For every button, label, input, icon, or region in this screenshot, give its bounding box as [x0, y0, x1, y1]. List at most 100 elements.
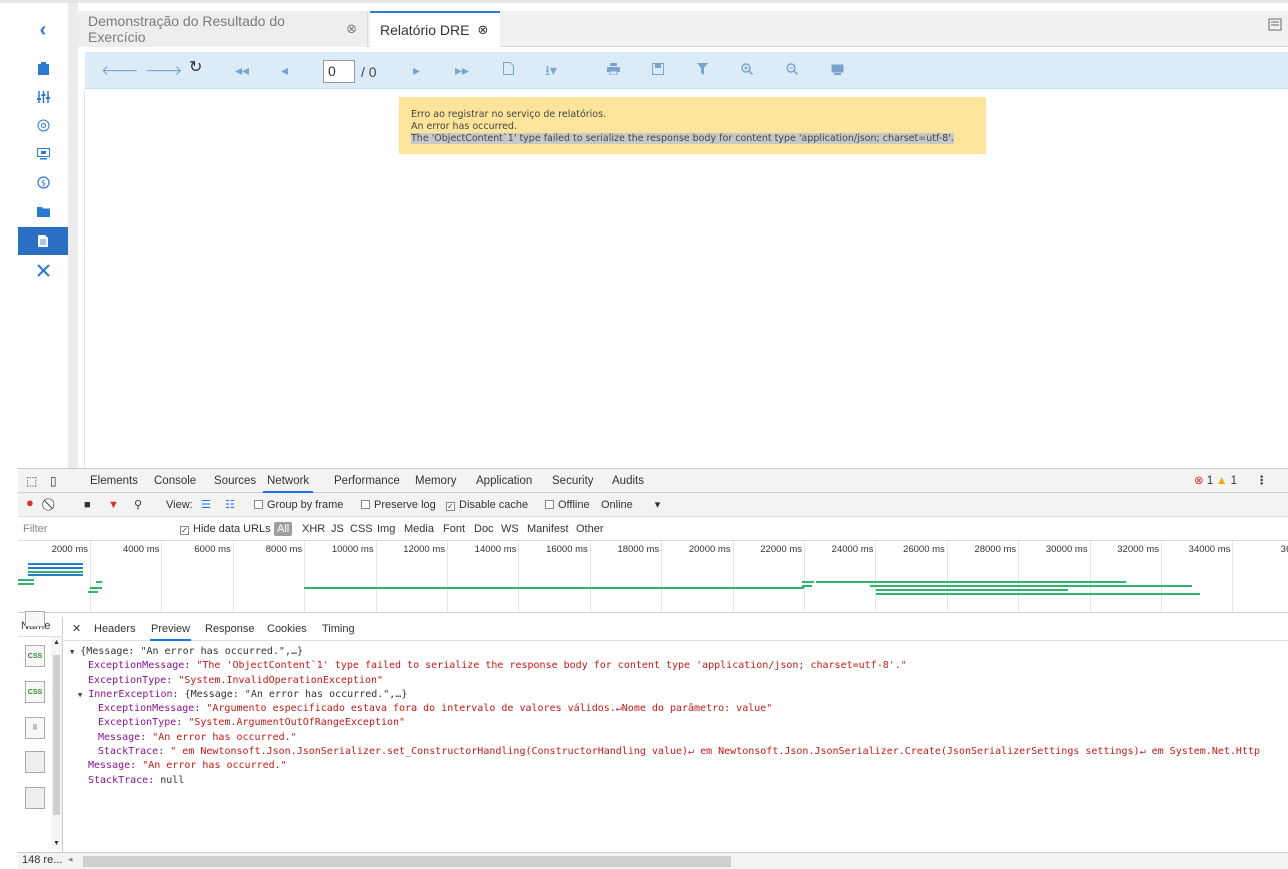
devtools-menu-icon[interactable]: ⋮ — [1256, 469, 1268, 493]
devtools-tab-security[interactable]: Security — [552, 469, 594, 493]
tab-demonstracao[interactable]: Demonstração do Resultado do Exercício ⊗ — [78, 11, 368, 47]
filter-type-manifest[interactable]: Manifest — [527, 523, 569, 535]
tab-menu-icon[interactable] — [1268, 17, 1288, 39]
page-number-input[interactable]: 0 — [323, 60, 355, 83]
devtools-tab-application[interactable]: Application — [476, 469, 532, 493]
filter-type-doc[interactable]: Doc — [474, 523, 494, 535]
css-file-icon[interactable]: CSS — [25, 645, 45, 667]
back-chevron-icon[interactable]: ‹ — [18, 17, 68, 43]
save-icon[interactable] — [652, 62, 664, 78]
tab-cookies[interactable]: Cookies — [267, 617, 307, 641]
print-icon[interactable] — [607, 62, 620, 78]
preserve-log-checkbox[interactable]: Preserve log — [361, 498, 436, 512]
devtools-tab-sources[interactable]: Sources — [214, 469, 256, 493]
timeline-tick-label: 22000 ms — [760, 544, 802, 555]
tab-relatorio-dre[interactable]: Relatório DRE ⊗ — [370, 11, 500, 47]
capture-screenshots-icon[interactable]: ■ — [84, 498, 91, 512]
scroll-thumb[interactable] — [53, 655, 60, 815]
file-icon[interactable] — [25, 751, 45, 773]
export-download-icon[interactable]: ⭳▾ — [545, 62, 557, 78]
scroll-up-icon[interactable]: ▲ — [53, 639, 60, 646]
waterfall-bar — [18, 579, 34, 581]
json-root-row[interactable]: ▼ {Message: "An error has occurred.",…} — [70, 645, 1288, 659]
tab-preview[interactable]: Preview — [150, 617, 192, 641]
filter-row: Filter ✓ Hide data URLs All XHR JS CSS Im… — [18, 517, 1288, 541]
monitor-icon[interactable] — [18, 141, 68, 167]
waterfall-bar — [802, 581, 814, 583]
throttling-select[interactable]: Online ▾ — [601, 498, 660, 512]
timeline-tick-label: 10000 ms — [331, 544, 374, 555]
large-rows-icon[interactable]: ☰ — [201, 498, 211, 512]
report-toolbar: 🡐 🡒 ↻ ◂◂ ◂ 0 / 0 ▸ ▸▸ ⭳▾ — [85, 52, 1288, 89]
disable-cache-checkbox[interactable]: ✓ Disable cache — [446, 498, 528, 512]
devtools-tab-network[interactable]: Network — [263, 469, 314, 493]
error-message-box: Erro ao registrar no serviço de relatóri… — [399, 97, 986, 154]
clipboard-icon[interactable] — [18, 55, 68, 81]
filter-type-img[interactable]: Img — [377, 523, 395, 535]
view-icon[interactable] — [831, 62, 844, 78]
network-timeline[interactable]: 2000 ms 4000 ms 6000 ms 8000 ms 10000 ms 1200… — [18, 541, 1288, 613]
json-row: ExceptionMessage: "The 'ObjectContent`1'… — [88, 660, 907, 672]
devtools-tab-console[interactable]: Console — [154, 469, 196, 493]
devtools-tab-performance[interactable]: Performance — [334, 469, 400, 493]
filter-type-ws[interactable]: WS — [501, 523, 519, 535]
previous-page-icon[interactable]: ◂ — [281, 62, 288, 78]
file-icon[interactable] — [25, 611, 45, 627]
close-icon[interactable]: ⊗ — [346, 21, 357, 37]
filter-icon[interactable]: ▼ — [108, 498, 119, 512]
back-arrow-icon[interactable]: 🡐 — [101, 62, 139, 78]
at-sign-icon[interactable] — [18, 112, 68, 138]
filter-type-all[interactable]: All — [274, 522, 293, 536]
css-file-icon[interactable]: CSS — [25, 681, 45, 703]
request-list-scrollbar[interactable]: ▲ ▼ — [51, 637, 62, 849]
file-icon[interactable]: ⠿ — [25, 717, 45, 739]
refresh-icon[interactable]: ↻ — [189, 60, 202, 76]
filter-type-css[interactable]: CSS — [350, 523, 373, 535]
last-page-icon[interactable]: ▸▸ — [455, 62, 469, 78]
hide-data-urls-checkbox[interactable]: ✓ Hide data URLs — [180, 523, 271, 535]
close-icon[interactable]: ⊗ — [477, 22, 488, 38]
devtools-tab-elements[interactable]: Elements — [90, 469, 138, 493]
new-document-icon[interactable] — [503, 62, 514, 78]
waterfall-icon[interactable]: ☷ — [225, 498, 235, 512]
horizontal-scrollbar[interactable] — [83, 856, 731, 867]
filter-icon[interactable] — [697, 62, 708, 78]
filter-type-other[interactable]: Other — [576, 523, 604, 535]
offline-checkbox[interactable]: Offline — [545, 498, 590, 512]
sliders-icon[interactable] — [18, 84, 68, 110]
next-page-icon[interactable]: ▸ — [413, 62, 420, 78]
scroll-left-icon[interactable]: ◂ — [68, 854, 73, 865]
forward-arrow-icon[interactable]: 🡒 — [145, 62, 183, 78]
document-icon[interactable] — [18, 227, 68, 255]
tab-timing[interactable]: Timing — [322, 617, 355, 641]
json-preview: ▼ {Message: "An error has occurred.",…} … — [70, 645, 1288, 845]
timeline-gridline — [518, 541, 520, 613]
devtools-tab-audits[interactable]: Audits — [612, 469, 644, 493]
tools-icon[interactable] — [18, 257, 68, 283]
json-inner-exception-row[interactable]: ▼ InnerException: {Message: "An error ha… — [70, 688, 1288, 702]
tab-headers[interactable]: Headers — [94, 617, 136, 641]
warning-count-icon[interactable]: ▲ 1 — [1216, 469, 1237, 493]
group-by-frame-checkbox[interactable]: Group by frame — [254, 498, 343, 512]
inspect-element-icon[interactable]: ⬚ — [26, 469, 37, 493]
tab-response[interactable]: Response — [205, 617, 255, 641]
devtools-tab-memory[interactable]: Memory — [415, 469, 457, 493]
filter-type-xhr[interactable]: XHR — [302, 523, 325, 535]
record-icon[interactable]: ● — [26, 496, 34, 510]
folder-icon[interactable] — [18, 198, 68, 224]
filter-input[interactable]: Filter — [23, 523, 47, 535]
timeline-tick-label: 16000 ms — [546, 544, 588, 555]
close-detail-icon[interactable]: ✕ — [72, 617, 81, 641]
scroll-down-icon[interactable]: ▼ — [53, 840, 60, 847]
error-count-icon[interactable]: ⊗ 1 — [1194, 469, 1213, 493]
device-toolbar-icon[interactable]: ▯ — [50, 469, 57, 493]
search-icon[interactable]: ⚲ — [134, 498, 142, 512]
dollar-icon[interactable]: $ — [18, 169, 68, 195]
filter-type-font[interactable]: Font — [443, 523, 465, 535]
first-page-icon[interactable]: ◂◂ — [235, 62, 249, 78]
file-icon[interactable] — [25, 787, 45, 809]
filter-type-js[interactable]: JS — [331, 523, 344, 535]
filter-type-media[interactable]: Media — [404, 523, 434, 535]
zoom-in-icon[interactable] — [741, 62, 754, 78]
zoom-out-icon[interactable] — [786, 62, 799, 78]
